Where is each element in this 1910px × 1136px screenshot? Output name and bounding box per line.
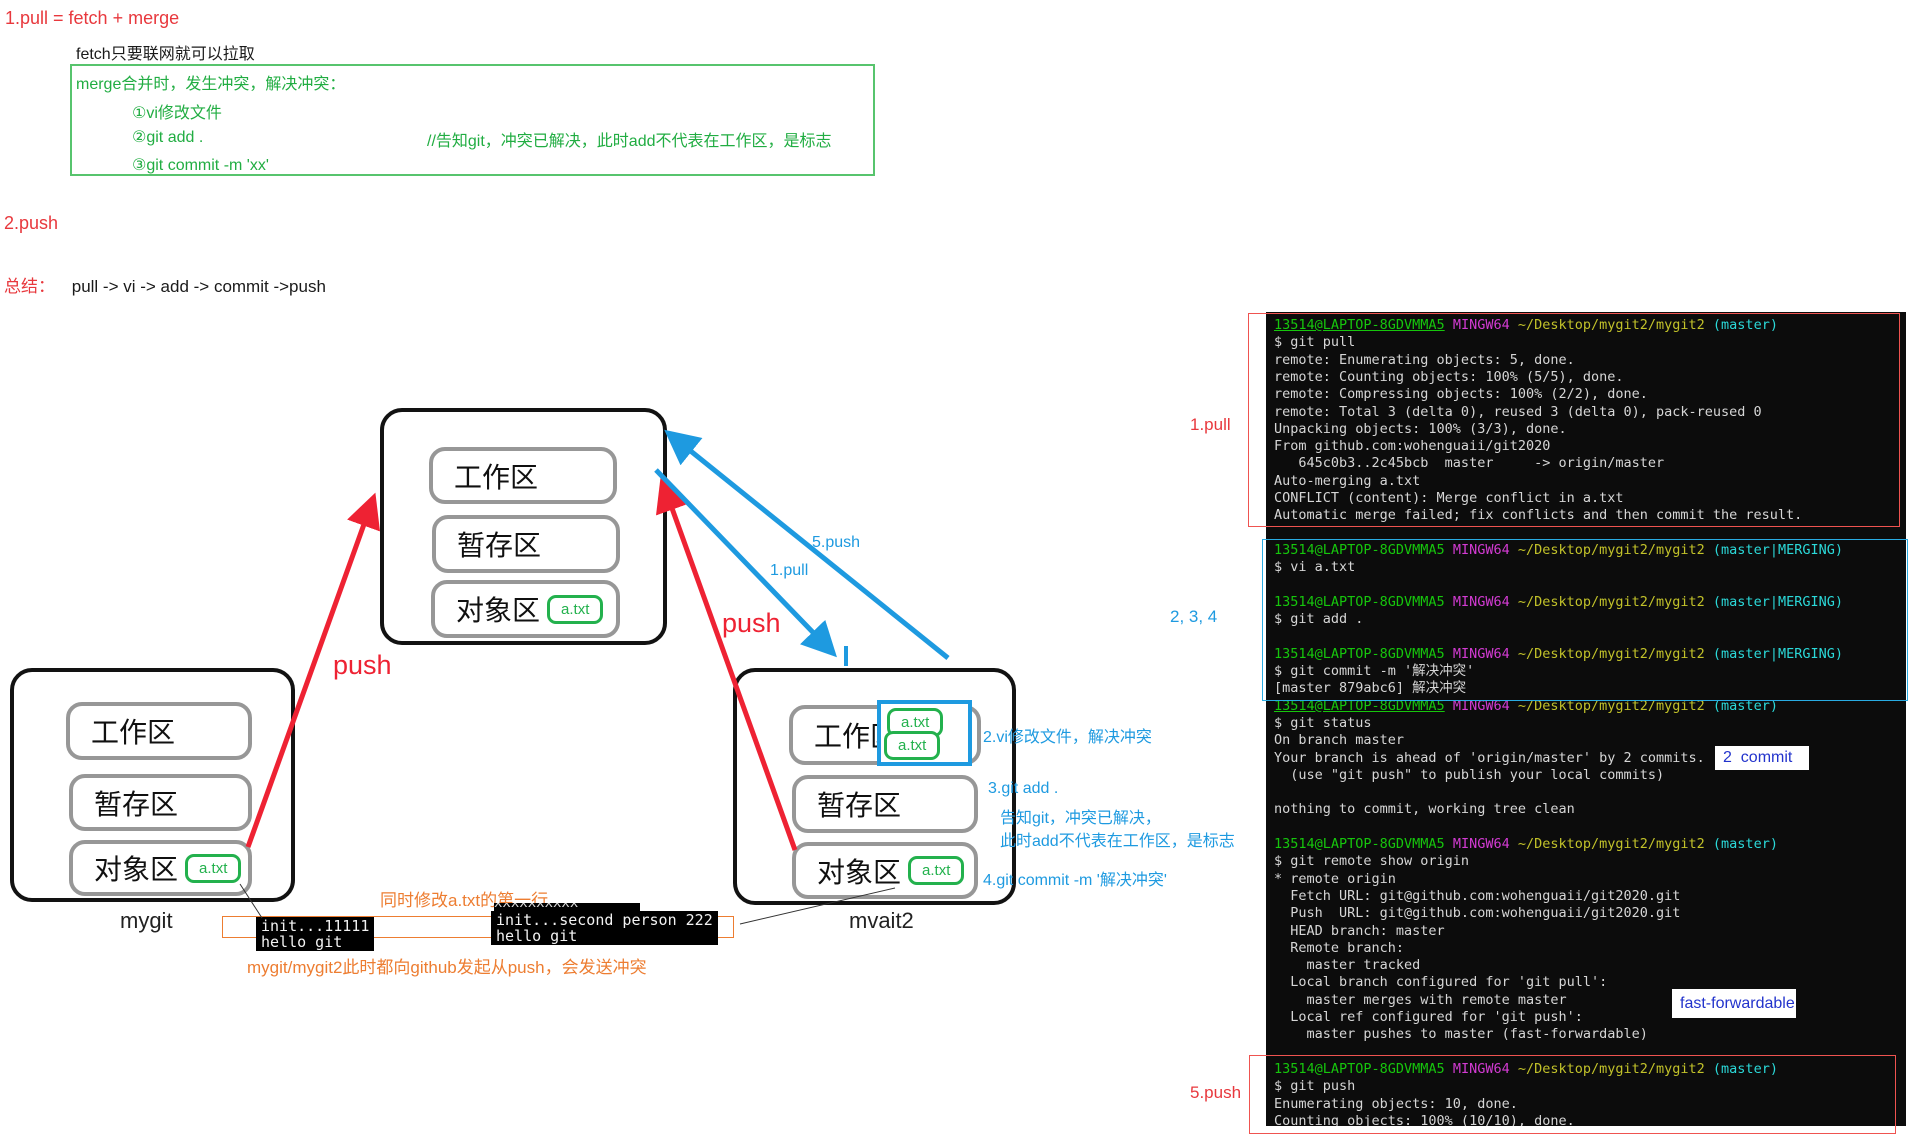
github-repo-box: 工作区 暂存区 对象区 a.txt	[380, 408, 667, 645]
pull-arrow-label: 1.pull	[770, 562, 808, 580]
terminal-section-box-pull	[1248, 313, 1900, 527]
snippet-mygit: init...11111 hello git	[256, 917, 374, 951]
terminal-line: master merges with remote master	[1274, 992, 1567, 1010]
push-arrow-label-left: push	[333, 650, 392, 681]
github-zone-stage: 暂存区	[432, 515, 620, 573]
terminal-line: master pushes to master (fast-forwardabl…	[1274, 1026, 1648, 1044]
zone-stage-label: 暂存区	[457, 524, 541, 564]
terminal-line: nothing to commit, working tree clean	[1274, 801, 1575, 819]
github-zone-object: 对象区 a.txt	[431, 580, 620, 638]
annotation-step3-note2: 此时add不代表在工作区，是标志	[1000, 827, 1235, 851]
orange-note-bottom: mygit/mygit2此时都向github发起从push，会发送冲突	[247, 953, 647, 978]
conflict-highlight-box: a.txt a.txt	[877, 700, 972, 766]
file-chip-atxt-version2: a.txt	[884, 731, 940, 760]
file-chip-atxt: a.txt	[908, 856, 964, 885]
merge-note-step1: ①vi修改文件	[132, 99, 222, 123]
github-zone-work: 工作区	[429, 447, 617, 504]
zone-stage-label: 暂存区	[817, 784, 901, 824]
file-chip-atxt: a.txt	[547, 595, 603, 624]
push5-arrow-label: 5.push	[812, 534, 860, 552]
callout-fast-forwardable: fast-forwardable	[1672, 989, 1796, 1018]
zone-work-label: 工作区	[91, 711, 175, 751]
annotation-step3: 3.git add .	[988, 780, 1058, 798]
terminal-line: 13514@LAPTOP-8GDVMMA5 MINGW64 ~/Desktop/…	[1274, 836, 1778, 854]
zone-object-label: 对象区	[94, 848, 178, 888]
merge-note-step3: ③git commit -m 'xx'	[132, 155, 269, 175]
snippet-mygit2: init...second person 222 hello git	[491, 911, 718, 945]
file-chip-atxt: a.txt	[185, 854, 241, 883]
note-fetch: fetch只要联网就可以拉取	[76, 40, 255, 64]
summary-label: 总结：	[4, 277, 55, 296]
merge-note-step2-comment: //告知git，冲突已解决，此时add不代表在工作区，是标志	[427, 127, 832, 151]
annotation-step2: 2.vi修改文件，解决冲突	[983, 723, 1152, 747]
terminal-section-box-push	[1249, 1055, 1896, 1134]
terminal-line: $ git status	[1274, 715, 1372, 733]
zone-work-label: 工作区	[454, 456, 538, 496]
terminal-label-234: 2, 3, 4	[1170, 607, 1217, 627]
terminal-line: * remote origin	[1274, 871, 1396, 889]
annotation-step3-note1: 告知git，冲突已解决，	[1000, 804, 1161, 828]
terminal-section-box-234	[1262, 539, 1908, 701]
terminal-line: master tracked	[1274, 957, 1420, 975]
mygit2-label: mvait2	[849, 908, 914, 934]
annotation-step4: 4.git commit -m '解决冲突'	[983, 866, 1167, 890]
terminal-line: Remote branch:	[1274, 940, 1404, 958]
terminal-label-pull: 1.pull	[1190, 415, 1231, 435]
zone-object-label: 对象区	[456, 589, 540, 629]
zone-stage-label: 暂存区	[94, 783, 178, 823]
terminal-line: Local branch configured for 'git pull':	[1274, 974, 1607, 992]
terminal-line: HEAD branch: master	[1274, 923, 1445, 941]
terminal-line: (use "git push" to publish your local co…	[1274, 767, 1664, 785]
note-push-title: 2.push	[4, 213, 58, 234]
note-pull-title: 1.pull = fetch + merge	[5, 8, 179, 29]
terminal-line: Your branch is ahead of 'origin/master' …	[1274, 750, 1705, 768]
terminal-label-push: 5.push	[1190, 1083, 1241, 1103]
mygit-zone-object: 对象区 a.txt	[69, 840, 252, 896]
terminal-line: Local ref configured for 'git push':	[1274, 1009, 1583, 1027]
mygit-zone-stage: 暂存区	[69, 774, 252, 831]
mygit2-zone-object: 对象区 a.txt	[792, 842, 978, 899]
push-arrow-label-right: push	[722, 608, 781, 639]
snippet-mygit-line2: hello git	[261, 933, 342, 951]
merge-note-box: merge合并时，发生冲突，解决冲突： ①vi修改文件 ②git add . /…	[70, 64, 875, 176]
snippet-mygit2-line2: hello git	[496, 927, 577, 945]
mygit2-repo-box: 工作区 暂存区 对象区 a.txt	[733, 668, 1016, 905]
zone-object-label: 对象区	[817, 851, 901, 891]
callout-2-commit: 2 commit	[1715, 746, 1809, 770]
terminal-line: Push URL: git@github.com:wohenguaii/git2…	[1274, 905, 1680, 923]
terminal-line: $ git remote show origin	[1274, 853, 1469, 871]
push5-arrow	[672, 436, 948, 658]
merge-note-title: merge合并时，发生冲突，解决冲突：	[76, 70, 345, 94]
terminal-line: On branch master	[1274, 732, 1404, 750]
mygit-label: mygit	[120, 908, 173, 934]
merge-note-step2: ②git add .	[132, 127, 203, 147]
git-notes-page: 1.pull = fetch + merge fetch只要联网就可以拉取 me…	[0, 0, 1910, 1136]
mygit-zone-work: 工作区	[66, 702, 252, 760]
terminal-line: Fetch URL: git@github.com:wohenguaii/git…	[1274, 888, 1680, 906]
summary-line: 总结： pull -> vi -> add -> commit ->push	[4, 272, 326, 297]
summary-text: pull -> vi -> add -> commit ->push	[72, 277, 326, 296]
mygit-repo-box: 工作区 暂存区 对象区 a.txt	[10, 668, 295, 902]
mygit2-zone-stage: 暂存区	[792, 775, 978, 833]
